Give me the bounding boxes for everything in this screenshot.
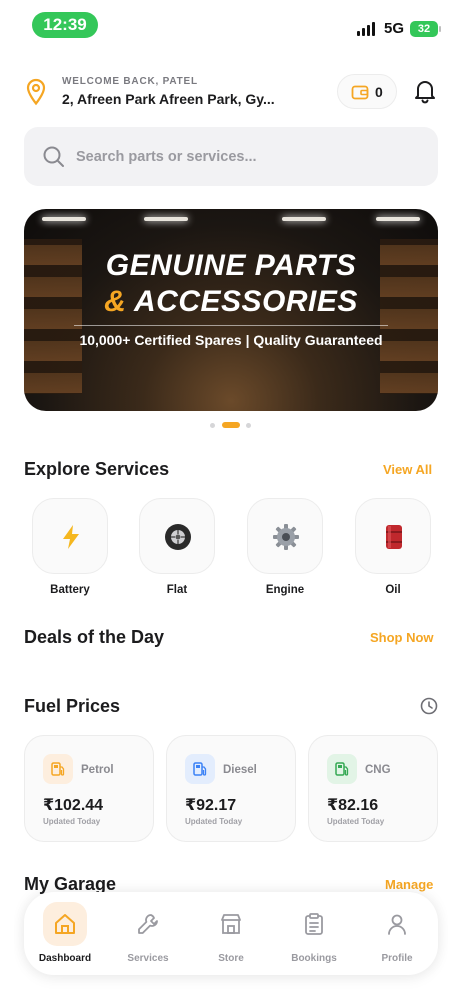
banner-headline-rest: ACCESSORIES (126, 285, 358, 318)
carousel-dot-active[interactable] (222, 422, 240, 428)
battery-icon: 32 (410, 21, 441, 37)
fuel-pump-icon (43, 754, 73, 784)
oil-barrel-icon (386, 525, 402, 549)
banner-light (42, 217, 86, 221)
network-label: 5G (384, 20, 405, 37)
search-icon (43, 146, 64, 167)
banner-headline: GENUINE PARTS (105, 249, 357, 282)
status-bar: 12:39 5G 32 (0, 0, 463, 48)
bottom-nav: Dashboard Services Store Bookings Profil… (24, 892, 438, 975)
banner-light (144, 217, 188, 221)
deals-title: Deals of the Day (24, 627, 165, 647)
wallet-button[interactable]: 0 (337, 74, 397, 109)
fuel-pump-icon (185, 754, 215, 784)
service-flat[interactable]: Flat (139, 498, 215, 596)
fuel-updated: Updated Today (43, 817, 101, 826)
nav-profile[interactable]: Profile (357, 902, 437, 968)
promo-banner[interactable]: GENUINE PARTS & ACCESSORIES 10,000+ Cert… (24, 209, 438, 411)
clipboard-icon (292, 902, 336, 946)
service-oil[interactable]: Oil (355, 498, 431, 596)
fuel-updated: Updated Today (185, 817, 243, 826)
carousel-dot[interactable] (210, 423, 215, 428)
wallet-icon (351, 85, 369, 100)
banner-headline-2: & ACCESSORIES (24, 285, 438, 319)
signal-icon (357, 22, 377, 36)
fuel-price: ₹102.44 (43, 797, 104, 814)
fuel-prices-title: Fuel Prices (24, 696, 121, 716)
banner-subtitle: 10,000+ Certified Spares | Quality Guara… (79, 332, 383, 348)
banner-ampersand: & (104, 285, 127, 318)
service-engine[interactable]: Engine (247, 498, 323, 596)
nav-label: Profile (381, 953, 413, 964)
home-icon (43, 902, 87, 946)
fuel-name: Diesel (223, 764, 257, 776)
service-icon-tile[interactable] (247, 498, 323, 574)
service-label: Flat (166, 584, 188, 596)
service-label: Engine (265, 584, 305, 596)
nav-bookings[interactable]: Bookings (274, 902, 354, 968)
search-input[interactable] (76, 127, 426, 186)
nav-services[interactable]: Services (108, 902, 188, 968)
clock-icon[interactable] (420, 697, 438, 715)
nav-label: Services (127, 953, 169, 964)
fuel-price: ₹92.17 (185, 797, 237, 814)
store-icon (209, 902, 253, 946)
fuel-updated: Updated Today (327, 817, 385, 826)
welcome-text: WELCOME BACK, PATEL (62, 76, 198, 87)
user-icon (375, 902, 419, 946)
tire-icon (165, 524, 191, 550)
wrench-icon (126, 902, 170, 946)
search-bar[interactable] (24, 127, 438, 186)
fuel-card-petrol[interactable]: Petrol ₹102.44 Updated Today (24, 735, 154, 842)
fuel-pump-icon (327, 754, 357, 784)
wallet-count: 0 (375, 84, 383, 100)
view-all-link[interactable]: View All (383, 462, 432, 477)
address-text[interactable]: 2, Afreen Park Afreen Park, Gy... (62, 91, 275, 107)
manage-link[interactable]: Manage (385, 877, 433, 892)
fuel-price: ₹82.16 (327, 797, 379, 814)
banner-light (376, 217, 420, 221)
service-icon-tile[interactable] (139, 498, 215, 574)
shop-now-link[interactable]: Shop Now (370, 630, 434, 645)
service-battery[interactable]: Battery (32, 498, 108, 596)
service-label: Battery (50, 584, 90, 596)
nav-dashboard[interactable]: Dashboard (25, 902, 105, 968)
nav-label: Bookings (291, 953, 337, 964)
status-time: 12:39 (32, 12, 98, 38)
nav-store[interactable]: Store (191, 902, 271, 968)
nav-label: Dashboard (38, 953, 92, 964)
location-header: WELCOME BACK, PATEL 2, Afreen Park Afree… (24, 70, 440, 114)
carousel-indicator[interactable] (210, 422, 254, 428)
gear-icon (273, 524, 299, 550)
fuel-name: Petrol (81, 764, 114, 776)
nav-label: Store (218, 953, 244, 964)
banner-light (282, 217, 326, 221)
explore-services-title: Explore Services (24, 459, 170, 479)
bell-icon[interactable] (413, 78, 437, 104)
fuel-card-cng[interactable]: CNG ₹82.16 Updated Today (308, 735, 438, 842)
location-pin-icon[interactable] (24, 78, 48, 106)
banner-divider (74, 325, 388, 326)
carousel-dot[interactable] (246, 423, 251, 428)
lightning-icon (63, 525, 79, 549)
fuel-card-diesel[interactable]: Diesel ₹92.17 Updated Today (166, 735, 296, 842)
service-icon-tile[interactable] (32, 498, 108, 574)
service-icon-tile[interactable] (355, 498, 431, 574)
fuel-name: CNG (365, 764, 391, 776)
service-label: Oil (385, 584, 401, 596)
